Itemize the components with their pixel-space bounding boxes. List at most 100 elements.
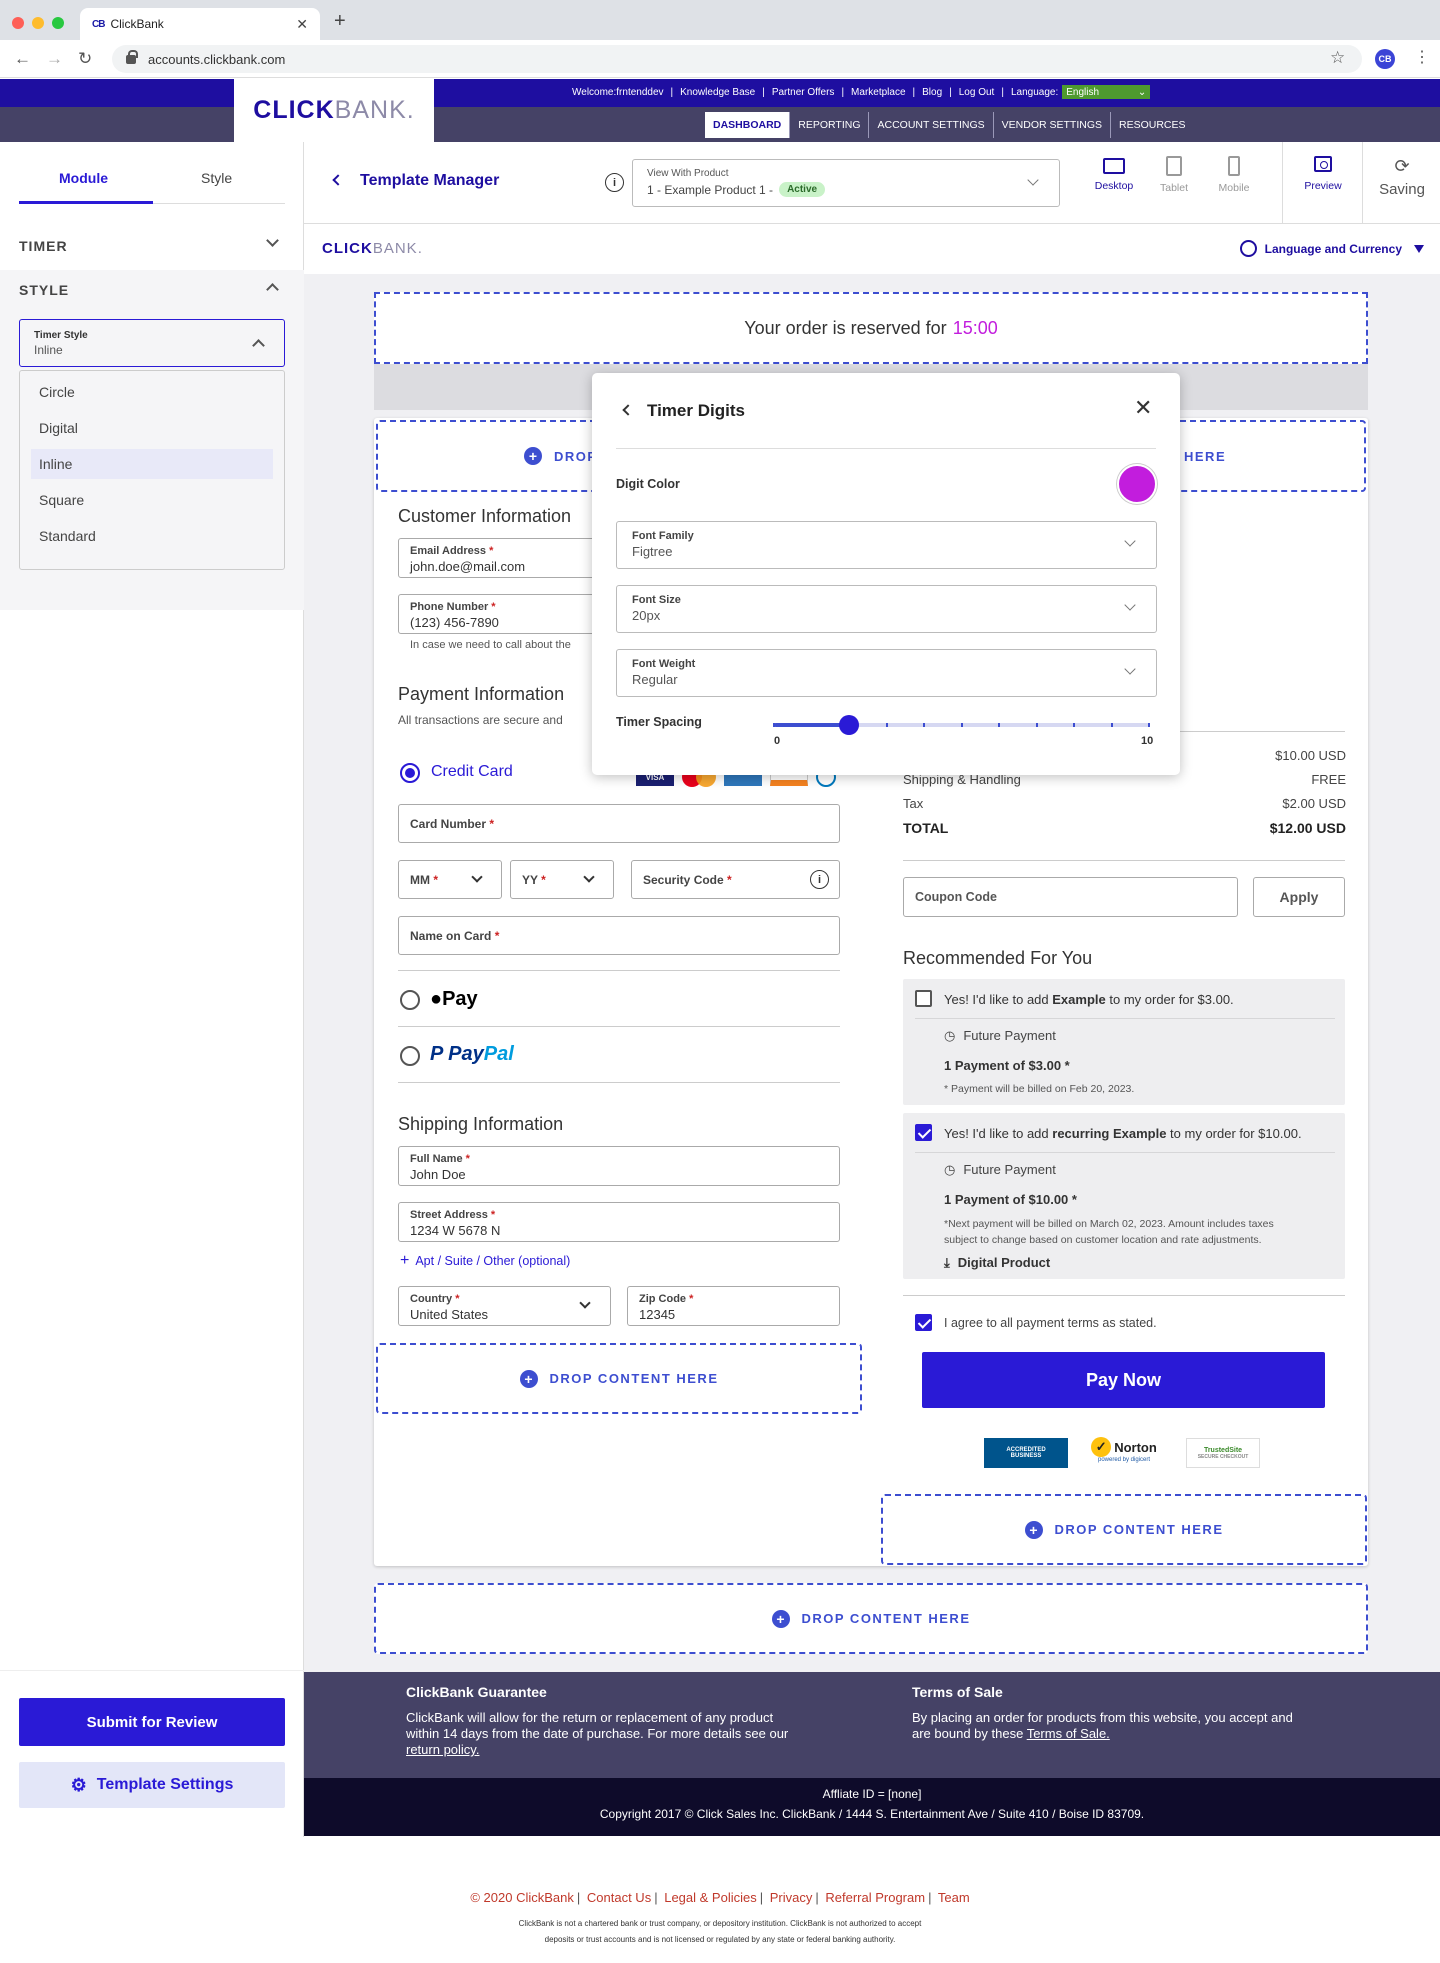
clickbank-logo[interactable]: CLICK BANK. [234, 79, 434, 142]
tab-style[interactable]: Style [201, 170, 232, 186]
language-currency-button[interactable]: Language and Currency [1239, 240, 1424, 257]
favicon-icon: CB [92, 18, 105, 30]
bookmark-star-icon[interactable]: ☆ [1330, 48, 1345, 68]
link-partner-offers[interactable]: Partner Offers [772, 87, 835, 98]
forward-icon[interactable]: → [46, 49, 63, 69]
nav-resources[interactable]: RESOURCES [1111, 112, 1194, 138]
url-field[interactable]: accounts.clickbank.com [112, 45, 1362, 73]
drop-zone-right[interactable]: + DROP CONTENT HERE [881, 1494, 1367, 1565]
copyright-text: Copyright 2017 © Click Sales Inc. ClickB… [599, 1807, 1145, 1821]
apply-button[interactable]: Apply [1253, 877, 1345, 917]
paypal-radio[interactable] [400, 1046, 420, 1066]
total-value: $12.00 USD [1269, 820, 1346, 836]
security-code-field[interactable]: Security Code * i [631, 860, 840, 899]
info-icon[interactable]: i [810, 870, 829, 889]
full-name-field[interactable]: Full Name * John Doe [398, 1146, 840, 1186]
slider-tick [1148, 723, 1150, 727]
rec2-payment-value: 1 Payment of $10.00 [944, 1192, 1069, 1207]
template-settings-button[interactable]: ⚙ Template Settings [19, 1762, 285, 1808]
device-desktop-button[interactable]: Desktop [1084, 156, 1144, 192]
nav-dashboard[interactable]: DASHBOARD [705, 112, 791, 138]
link-privacy[interactable]: Privacy [770, 1890, 813, 1905]
profile-avatar[interactable]: CB [1375, 49, 1395, 69]
timer-spacing-slider[interactable] [773, 715, 1150, 735]
option-digital[interactable]: Digital [31, 413, 273, 443]
return-policy-link[interactable]: return policy. [406, 1742, 479, 1757]
minimize-window-icon[interactable] [32, 17, 44, 29]
recommend-1-checkbox[interactable] [915, 990, 932, 1007]
email-field[interactable]: Email Address * john.doe@mail.com [398, 538, 598, 578]
name-on-card-field[interactable]: Name on Card * [398, 916, 840, 955]
link-legal-policies[interactable]: Legal & Policies [664, 1890, 757, 1905]
preview-button[interactable]: Preview [1298, 156, 1348, 192]
recommend-2-checkbox[interactable] [915, 1124, 932, 1141]
back-icon[interactable]: ← [14, 49, 31, 69]
digit-color-swatch[interactable] [1117, 464, 1157, 504]
link-copyright[interactable]: © 2020 ClickBank [470, 1890, 574, 1905]
link-knowledge-base[interactable]: Knowledge Base [680, 87, 755, 98]
maximize-window-icon[interactable] [52, 17, 64, 29]
product-select[interactable]: View With Product 1 - Example Product 1 … [632, 159, 1060, 207]
back-chevron-icon[interactable] [332, 174, 344, 186]
link-blog[interactable]: Blog [922, 87, 942, 98]
language-select[interactable]: English ⌄ [1062, 85, 1151, 99]
option-inline[interactable]: Inline [31, 449, 273, 479]
browser-menu-icon[interactable]: ⋮ [1414, 47, 1430, 67]
zip-label: Zip Code [639, 1293, 687, 1305]
link-contact-us[interactable]: Contact Us [587, 1890, 651, 1905]
zip-code-field[interactable]: Zip Code * 12345 [627, 1286, 840, 1326]
drop-zone-bottom[interactable]: + DROP CONTENT HERE [374, 1583, 1368, 1654]
link-referral-program[interactable]: Referral Program [825, 1890, 925, 1905]
font-weight-select[interactable]: Font Weight Regular [616, 649, 1157, 697]
slider-handle[interactable] [839, 715, 859, 735]
section-timer[interactable]: TIMER [19, 238, 68, 254]
browser-tab[interactable]: CB ClickBank ✕ [80, 8, 320, 40]
tab-module[interactable]: Module [59, 170, 108, 186]
add-apt-link[interactable]: + Apt / Suite / Other (optional) [400, 1252, 570, 1270]
url-text: accounts.clickbank.com [148, 51, 286, 67]
email-label: Email Address [410, 545, 487, 557]
drop-zone-left[interactable]: + DROP CONTENT HERE [376, 1343, 862, 1414]
device-tablet-button[interactable]: Tablet [1144, 156, 1204, 194]
pay-now-button[interactable]: Pay Now [922, 1352, 1325, 1408]
chevron-down-icon: ⌄ [1137, 86, 1147, 98]
link-log-out[interactable]: Log Out [959, 87, 995, 98]
option-standard[interactable]: Standard [31, 521, 273, 551]
section-style[interactable]: STYLE [19, 282, 69, 298]
terms-of-sale-link[interactable]: Terms of Sale. [1027, 1726, 1110, 1741]
option-square[interactable]: Square [31, 485, 273, 515]
credit-card-radio[interactable] [400, 763, 420, 783]
reload-icon[interactable]: ↻ [78, 49, 92, 69]
submit-for-review-button[interactable]: Submit for Review [19, 1698, 285, 1746]
agree-terms-checkbox[interactable] [915, 1314, 932, 1331]
option-circle[interactable]: Circle [31, 377, 273, 407]
nav-vendor-settings[interactable]: VENDOR SETTINGS [994, 112, 1111, 138]
close-icon[interactable]: ✕ [1134, 395, 1152, 421]
country-select[interactable]: Country * United States [398, 1286, 611, 1326]
timer-module[interactable]: Your order is reserved for 15:00 [374, 292, 1368, 364]
expiry-year-select[interactable]: YY * [510, 860, 614, 899]
card-number-field[interactable]: Card Number * [398, 804, 840, 843]
device-mobile-button[interactable]: Mobile [1204, 156, 1264, 194]
rec1-note: * Payment will be billed on Feb 20, 2023… [944, 1083, 1135, 1095]
chevron-down-icon[interactable] [266, 234, 279, 247]
close-tab-icon[interactable]: ✕ [296, 16, 308, 33]
nav-account-settings[interactable]: ACCOUNT SETTINGS [869, 112, 994, 138]
font-size-select[interactable]: Font Size 20px [616, 585, 1157, 633]
font-family-select[interactable]: Font Family Figtree [616, 521, 1157, 569]
info-icon[interactable]: i [605, 173, 624, 192]
expiry-month-select[interactable]: MM * [398, 860, 502, 899]
phone-field[interactable]: Phone Number * (123) 456-7890 [398, 594, 598, 634]
new-tab-icon[interactable]: + [334, 10, 346, 33]
divider [903, 1295, 1345, 1296]
nav-reporting[interactable]: REPORTING [790, 112, 870, 138]
link-team[interactable]: Team [938, 1890, 970, 1905]
back-chevron-icon[interactable] [622, 404, 634, 416]
close-window-icon[interactable] [12, 17, 24, 29]
timer-digits-modal: Timer Digits ✕ Digit Color Font Family Fi… [592, 373, 1180, 775]
timer-style-select[interactable]: Timer Style Inline [19, 319, 285, 367]
street-address-field[interactable]: Street Address * 1234 W 5678 N [398, 1202, 840, 1242]
link-marketplace[interactable]: Marketplace [851, 87, 905, 98]
apple-pay-radio[interactable] [400, 990, 420, 1010]
coupon-code-field[interactable]: Coupon Code [903, 877, 1238, 917]
